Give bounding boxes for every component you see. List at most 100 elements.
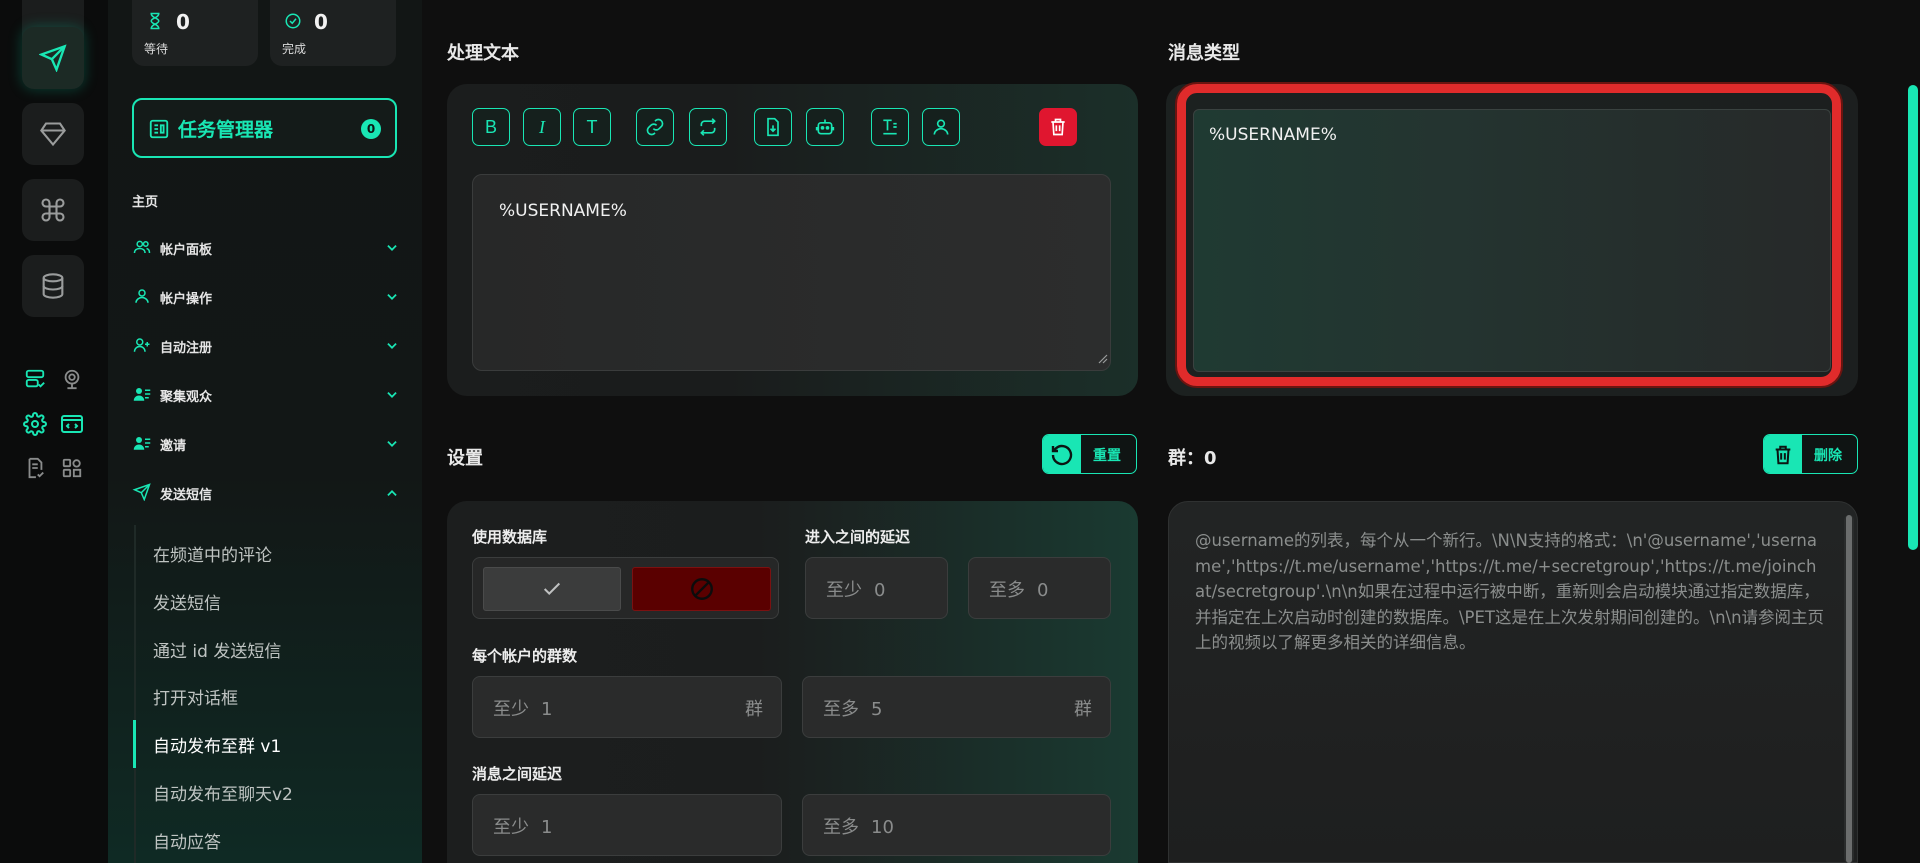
use-database-toggle[interactable]: [472, 557, 779, 619]
reset-label: 重置: [1093, 448, 1121, 464]
gpa-max-suffix: 群: [1074, 699, 1092, 720]
check-circle-icon: [284, 12, 302, 34]
reset-button[interactable]: 重置: [1042, 434, 1137, 474]
diamond-icon[interactable]: [22, 103, 84, 165]
send-icon[interactable]: [22, 27, 84, 89]
resize-handle-icon[interactable]: [1098, 349, 1108, 368]
groups-list-placeholder: @username的列表，每个从一个新行。\N\N支持的格式：\n'@usern…: [1195, 531, 1825, 652]
task-manager-button[interactable]: 任务管理器 0: [132, 98, 397, 158]
delete-groups-label: 删除: [1814, 448, 1842, 464]
check-icon: [543, 582, 561, 596]
submenu-item-active[interactable]: 自动发布至群 v1: [153, 732, 281, 757]
join-delay-label: 进入之间的延迟: [805, 528, 911, 546]
shapes-icon[interactable]: [59, 455, 85, 481]
use-database-label: 使用数据库: [472, 528, 548, 546]
bot-button[interactable]: [806, 108, 844, 146]
nav-send-messages-label: 发送短信: [160, 488, 213, 503]
join-delay-max-input[interactable]: 至多 0: [968, 557, 1111, 619]
robot-icon: [815, 119, 835, 135]
gpa-max-placeholder: 至多: [823, 699, 859, 720]
submenu-item[interactable]: 自动应答: [153, 828, 221, 853]
submenu-item[interactable]: 通过 id 发送短信: [153, 637, 281, 662]
bold-button[interactable]: B: [472, 108, 510, 146]
repeat-button[interactable]: [689, 108, 727, 146]
groups-per-account-min-input[interactable]: 至少 1 群: [472, 676, 782, 738]
text-icon: T: [586, 116, 598, 137]
nav-account-panel-label: 帐户面板: [160, 243, 213, 258]
bold-icon: B: [484, 116, 497, 137]
webcam-icon[interactable]: [59, 366, 85, 392]
nav-gather-audience-label: 聚集观众: [160, 390, 213, 405]
send-icon: [132, 483, 152, 505]
database-icon[interactable]: [22, 255, 84, 317]
link-icon: [646, 118, 664, 136]
user-list-icon: [132, 385, 152, 407]
join-max-placeholder: 至多: [989, 580, 1025, 601]
toggle-yes-button[interactable]: [483, 567, 621, 611]
nav-send-messages[interactable]: 发送短信: [132, 481, 400, 505]
submenu-item[interactable]: 自动发布至聊天v2: [153, 780, 293, 805]
nav-auto-register[interactable]: 自动注册: [132, 334, 400, 358]
user-list-icon: [132, 434, 152, 456]
delete-text-button[interactable]: [1039, 108, 1077, 146]
nav-home[interactable]: 主页: [132, 191, 158, 210]
server-check-icon[interactable]: [22, 366, 48, 392]
chevron-down-icon: [384, 240, 400, 259]
user-icon: [132, 287, 152, 309]
text-format-button[interactable]: [871, 108, 909, 146]
chevron-down-icon: [384, 289, 400, 308]
nav-account-ops[interactable]: 帐户操作: [132, 285, 400, 309]
users-icon: [132, 238, 152, 260]
submenu-item[interactable]: 在频道中的评论: [153, 541, 272, 566]
message-type-value: %USERNAME%: [1209, 125, 1337, 145]
page-scrollbar[interactable]: [1908, 85, 1918, 550]
text-editor-value: %USERNAME%: [499, 201, 627, 221]
stat-done-label: 完成: [282, 42, 307, 56]
submenu-item[interactable]: 发送短信: [153, 589, 221, 614]
doc-check-icon[interactable]: [22, 455, 48, 481]
join-delay-min-input[interactable]: 至少 0: [805, 557, 948, 619]
stat-done: 0 完成: [270, 0, 396, 66]
groups-title: 群：0: [1168, 448, 1217, 469]
toggle-no-button[interactable]: [632, 567, 771, 611]
text-editor-input[interactable]: %USERNAME%: [472, 174, 1111, 371]
user-variable-button[interactable]: [922, 108, 960, 146]
reset-icon: [1043, 435, 1081, 473]
message-delay-max-input[interactable]: 至多 10: [802, 794, 1111, 856]
message-delay-label: 消息之间延迟: [472, 765, 563, 783]
submenu-active-indicator: [133, 720, 136, 768]
submenu-item[interactable]: 打开对话框: [153, 684, 238, 709]
groups-per-account-max-input[interactable]: 至多 5 群: [802, 676, 1111, 738]
link-button[interactable]: [636, 108, 674, 146]
groups-scrollbar-thumb[interactable]: [1846, 515, 1852, 863]
chevron-down-icon: [384, 387, 400, 406]
nav-account-panel[interactable]: 帐户面板: [132, 236, 400, 260]
message-type-preview[interactable]: %USERNAME%: [1193, 109, 1831, 372]
md-min-placeholder: 至少: [493, 817, 529, 838]
nav-invite[interactable]: 邀请: [132, 432, 400, 456]
task-list-icon: [148, 118, 170, 144]
italic-button[interactable]: I: [523, 108, 561, 146]
text-style-button[interactable]: T: [573, 108, 611, 146]
command-icon[interactable]: [22, 179, 84, 241]
settings-title: 设置: [447, 448, 483, 469]
code-window-icon[interactable]: [59, 411, 85, 437]
file-download-icon: [767, 117, 779, 137]
stat-waiting-label: 等待: [144, 42, 169, 56]
file-import-button[interactable]: [754, 108, 792, 146]
settings-gear-icon[interactable]: [22, 411, 48, 437]
gpa-min-value: 1: [541, 699, 553, 720]
nav-gather-audience[interactable]: 聚集观众: [132, 383, 400, 407]
join-max-value: 0: [1037, 580, 1049, 601]
message-type-title: 消息类型: [1168, 43, 1240, 64]
message-delay-min-input[interactable]: 至少 1: [472, 794, 782, 856]
user-icon: [933, 119, 949, 135]
join-min-placeholder: 至少: [826, 580, 862, 601]
trash-icon: [1051, 118, 1065, 136]
nav-account-ops-label: 帐户操作: [160, 292, 213, 307]
task-manager-badge: 0: [361, 119, 381, 139]
stat-waiting-value: 0: [176, 10, 190, 34]
chevron-down-icon: [384, 436, 400, 455]
nav-auto-register-label: 自动注册: [160, 341, 213, 356]
delete-groups-button[interactable]: 删除: [1763, 434, 1858, 474]
